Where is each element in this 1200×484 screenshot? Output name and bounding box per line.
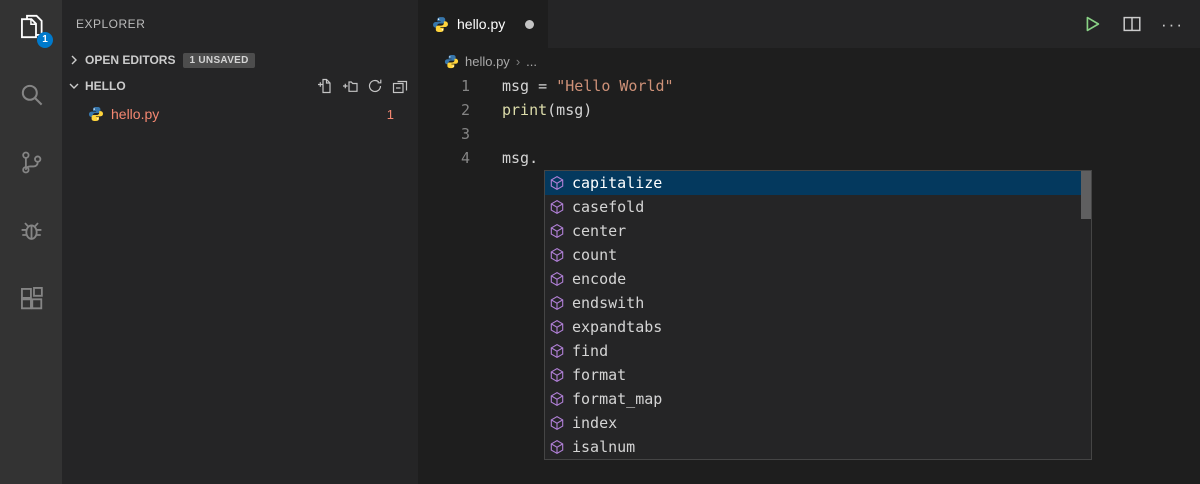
code-line: 1 msg = "Hello World" (418, 74, 1200, 98)
line-content: msg = "Hello World" (502, 77, 674, 95)
breadcrumb-symbol[interactable]: ... (526, 54, 537, 69)
suggest-list: capitalize casefold center count encode endsw… (545, 171, 1091, 459)
tab-label: hello.py (457, 16, 506, 32)
run-button[interactable] (1081, 13, 1103, 35)
collapse-all-icon[interactable] (392, 78, 408, 94)
sidebar-explorer: EXPLORER OPEN EDITORS 1 UNSAVED HELLO he… (62, 0, 418, 484)
line-number: 1 (460, 77, 470, 95)
split-editor-button[interactable] (1121, 13, 1143, 35)
suggestion-item[interactable]: format_map (545, 387, 1091, 411)
suggestion-label: capitalize (572, 174, 663, 192)
code-line: 3 (418, 122, 1200, 146)
activity-bar: 1 (0, 0, 62, 484)
suggestion-label: format (572, 366, 627, 384)
line-number: 4 (460, 149, 470, 167)
activity-item-source-control[interactable] (0, 138, 62, 186)
python-icon (444, 54, 459, 69)
editor-group: hello.py ··· hello.py › ... 1 msg = "Hell… (418, 0, 1200, 484)
refresh-icon[interactable] (367, 78, 383, 94)
suggestion-item[interactable]: capitalize (545, 171, 1091, 195)
line-number: 2 (460, 101, 470, 119)
vscode-window: 1 EXPLORER OPEN EDITORS 1 UNSAVED HELLO (0, 0, 1200, 484)
symbol-method-icon (549, 175, 565, 191)
suggestion-label: index (572, 414, 618, 432)
suggestion-item[interactable]: center (545, 219, 1091, 243)
file-item-hello-py[interactable]: hello.py 1 (62, 100, 418, 128)
symbol-method-icon (549, 367, 565, 383)
suggestion-item[interactable]: expandtabs (545, 315, 1091, 339)
debug-icon (18, 217, 45, 244)
activity-item-extensions[interactable] (0, 274, 62, 322)
sidebar-title: EXPLORER (76, 17, 146, 31)
code-lines: 1 msg = "Hello World" 2 print(msg) 3 4 msg. (418, 74, 1200, 170)
tab-bar: hello.py ··· (418, 0, 1200, 48)
extensions-icon (18, 285, 45, 312)
search-icon (18, 81, 45, 108)
unsaved-badge: 1 UNSAVED (183, 52, 255, 68)
more-actions-button[interactable]: ··· (1161, 16, 1184, 33)
chevron-down-icon (66, 78, 82, 94)
symbol-method-icon (549, 271, 565, 287)
suggestion-item[interactable]: endswith (545, 291, 1091, 315)
symbol-method-icon (549, 319, 565, 335)
activity-item-search[interactable] (0, 70, 62, 118)
symbol-method-icon (549, 415, 565, 431)
symbol-method-icon (549, 295, 565, 311)
editor-actions: ··· (1081, 13, 1200, 35)
suggestion-item[interactable]: encode (545, 267, 1091, 291)
folder-actions (317, 78, 408, 94)
suggestion-item[interactable]: format (545, 363, 1091, 387)
breadcrumb[interactable]: hello.py › ... (418, 48, 1200, 74)
suggestion-item[interactable]: isalnum (545, 435, 1091, 459)
suggestion-label: count (572, 246, 618, 264)
symbol-method-icon (549, 223, 565, 239)
suggestion-item[interactable]: casefold (545, 195, 1091, 219)
code-line: 4 msg. (418, 146, 1200, 170)
suggestion-label: casefold (572, 198, 645, 216)
activity-item-run-debug[interactable] (0, 206, 62, 254)
code-editor[interactable]: 1 msg = "Hello World" 2 print(msg) 3 4 msg. ca… (418, 74, 1200, 484)
symbol-method-icon (549, 199, 565, 215)
symbol-method-icon (549, 439, 565, 455)
line-content: print(msg) (502, 101, 593, 119)
suggestion-item[interactable]: count (545, 243, 1091, 267)
file-problem-badge: 1 (386, 106, 394, 122)
suggestion-item[interactable]: find (545, 339, 1091, 363)
chevron-right-icon (66, 52, 82, 68)
new-folder-icon[interactable] (342, 78, 358, 94)
code-line: 2 print(msg) (418, 98, 1200, 122)
suggestion-label: endswith (572, 294, 645, 312)
new-file-icon[interactable] (317, 78, 333, 94)
python-icon (88, 106, 104, 122)
suggestion-label: expandtabs (572, 318, 663, 336)
breadcrumb-file[interactable]: hello.py (465, 54, 510, 69)
suggest-widget: capitalize casefold center count encode endsw… (544, 170, 1092, 460)
suggestion-label: isalnum (572, 438, 636, 456)
suggestion-item[interactable]: index (545, 411, 1091, 435)
line-content (470, 122, 502, 146)
scrollbar-thumb[interactable] (1081, 171, 1091, 219)
line-number: 3 (460, 125, 470, 143)
line-content: msg. (502, 149, 539, 167)
file-name: hello.py (111, 106, 160, 122)
suggestion-label: encode (572, 270, 627, 288)
symbol-method-icon (549, 391, 565, 407)
activity-item-explorer[interactable]: 1 (0, 2, 62, 50)
suggestion-label: format_map (572, 390, 663, 408)
suggestion-label: find (572, 342, 609, 360)
symbol-method-icon (549, 247, 565, 263)
python-icon (432, 16, 449, 33)
open-editors-header[interactable]: OPEN EDITORS 1 UNSAVED (62, 48, 418, 72)
open-editors-label: OPEN EDITORS (85, 53, 176, 67)
folder-label: HELLO (85, 79, 126, 93)
explorer-badge: 1 (37, 32, 53, 48)
symbol-method-icon (549, 343, 565, 359)
suggestion-label: center (572, 222, 627, 240)
breadcrumb-separator-icon: › (515, 53, 521, 69)
unsaved-dot-icon[interactable] (525, 19, 535, 29)
folder-header-hello[interactable]: HELLO (62, 72, 418, 100)
source-control-icon (18, 149, 45, 176)
suggest-scrollbar[interactable] (1081, 171, 1091, 459)
tab-hello-py[interactable]: hello.py (418, 0, 549, 48)
